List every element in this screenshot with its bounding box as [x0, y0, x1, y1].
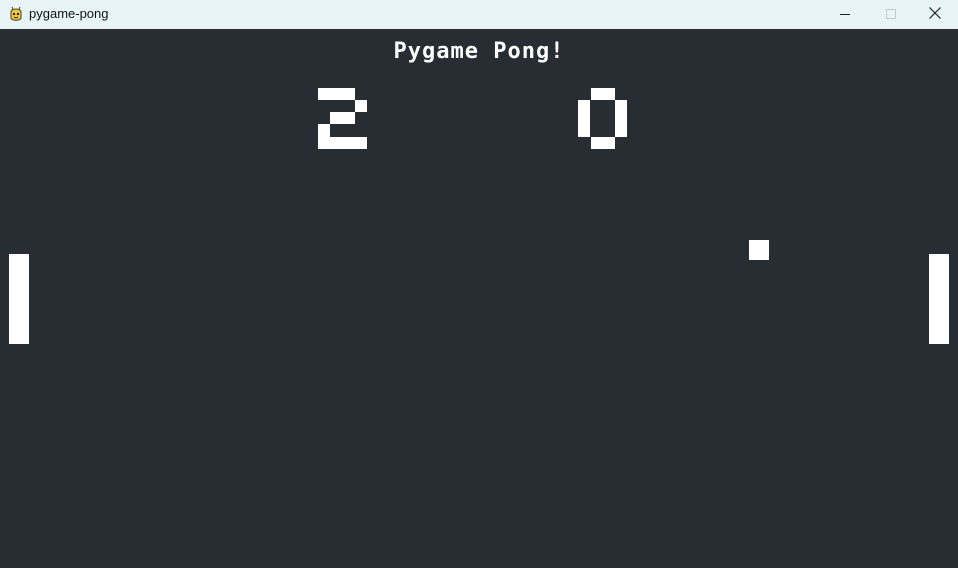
close-icon — [928, 5, 942, 24]
title-bar[interactable]: pygame-pong — [0, 0, 958, 29]
ball — [749, 240, 769, 260]
close-button[interactable] — [912, 0, 958, 29]
pygame-snake-icon — [8, 6, 24, 22]
left-paddle — [9, 254, 29, 344]
right-paddle — [929, 254, 949, 344]
maximize-icon — [885, 5, 897, 24]
maximize-button[interactable] — [868, 0, 914, 29]
left-player-score — [318, 88, 368, 150]
score-digit-2 — [318, 88, 367, 149]
right-player-score — [578, 88, 628, 150]
game-title: Pygame Pong! — [393, 39, 565, 64]
minimize-icon — [839, 5, 851, 24]
game-canvas[interactable]: Pygame Pong! — [0, 29, 958, 568]
minimize-button[interactable] — [822, 0, 868, 29]
game-window: pygame-pong Pygame Pong! — [0, 0, 958, 568]
score-digit-0 — [578, 88, 627, 149]
window-title: pygame-pong — [29, 6, 109, 21]
